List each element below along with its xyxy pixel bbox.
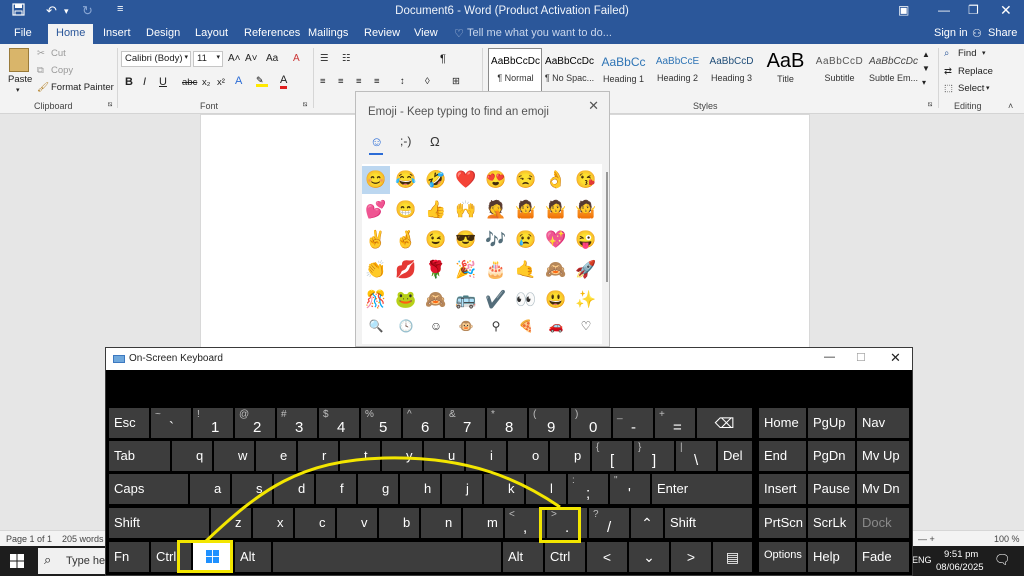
annotation-arc: [203, 456, 561, 544]
